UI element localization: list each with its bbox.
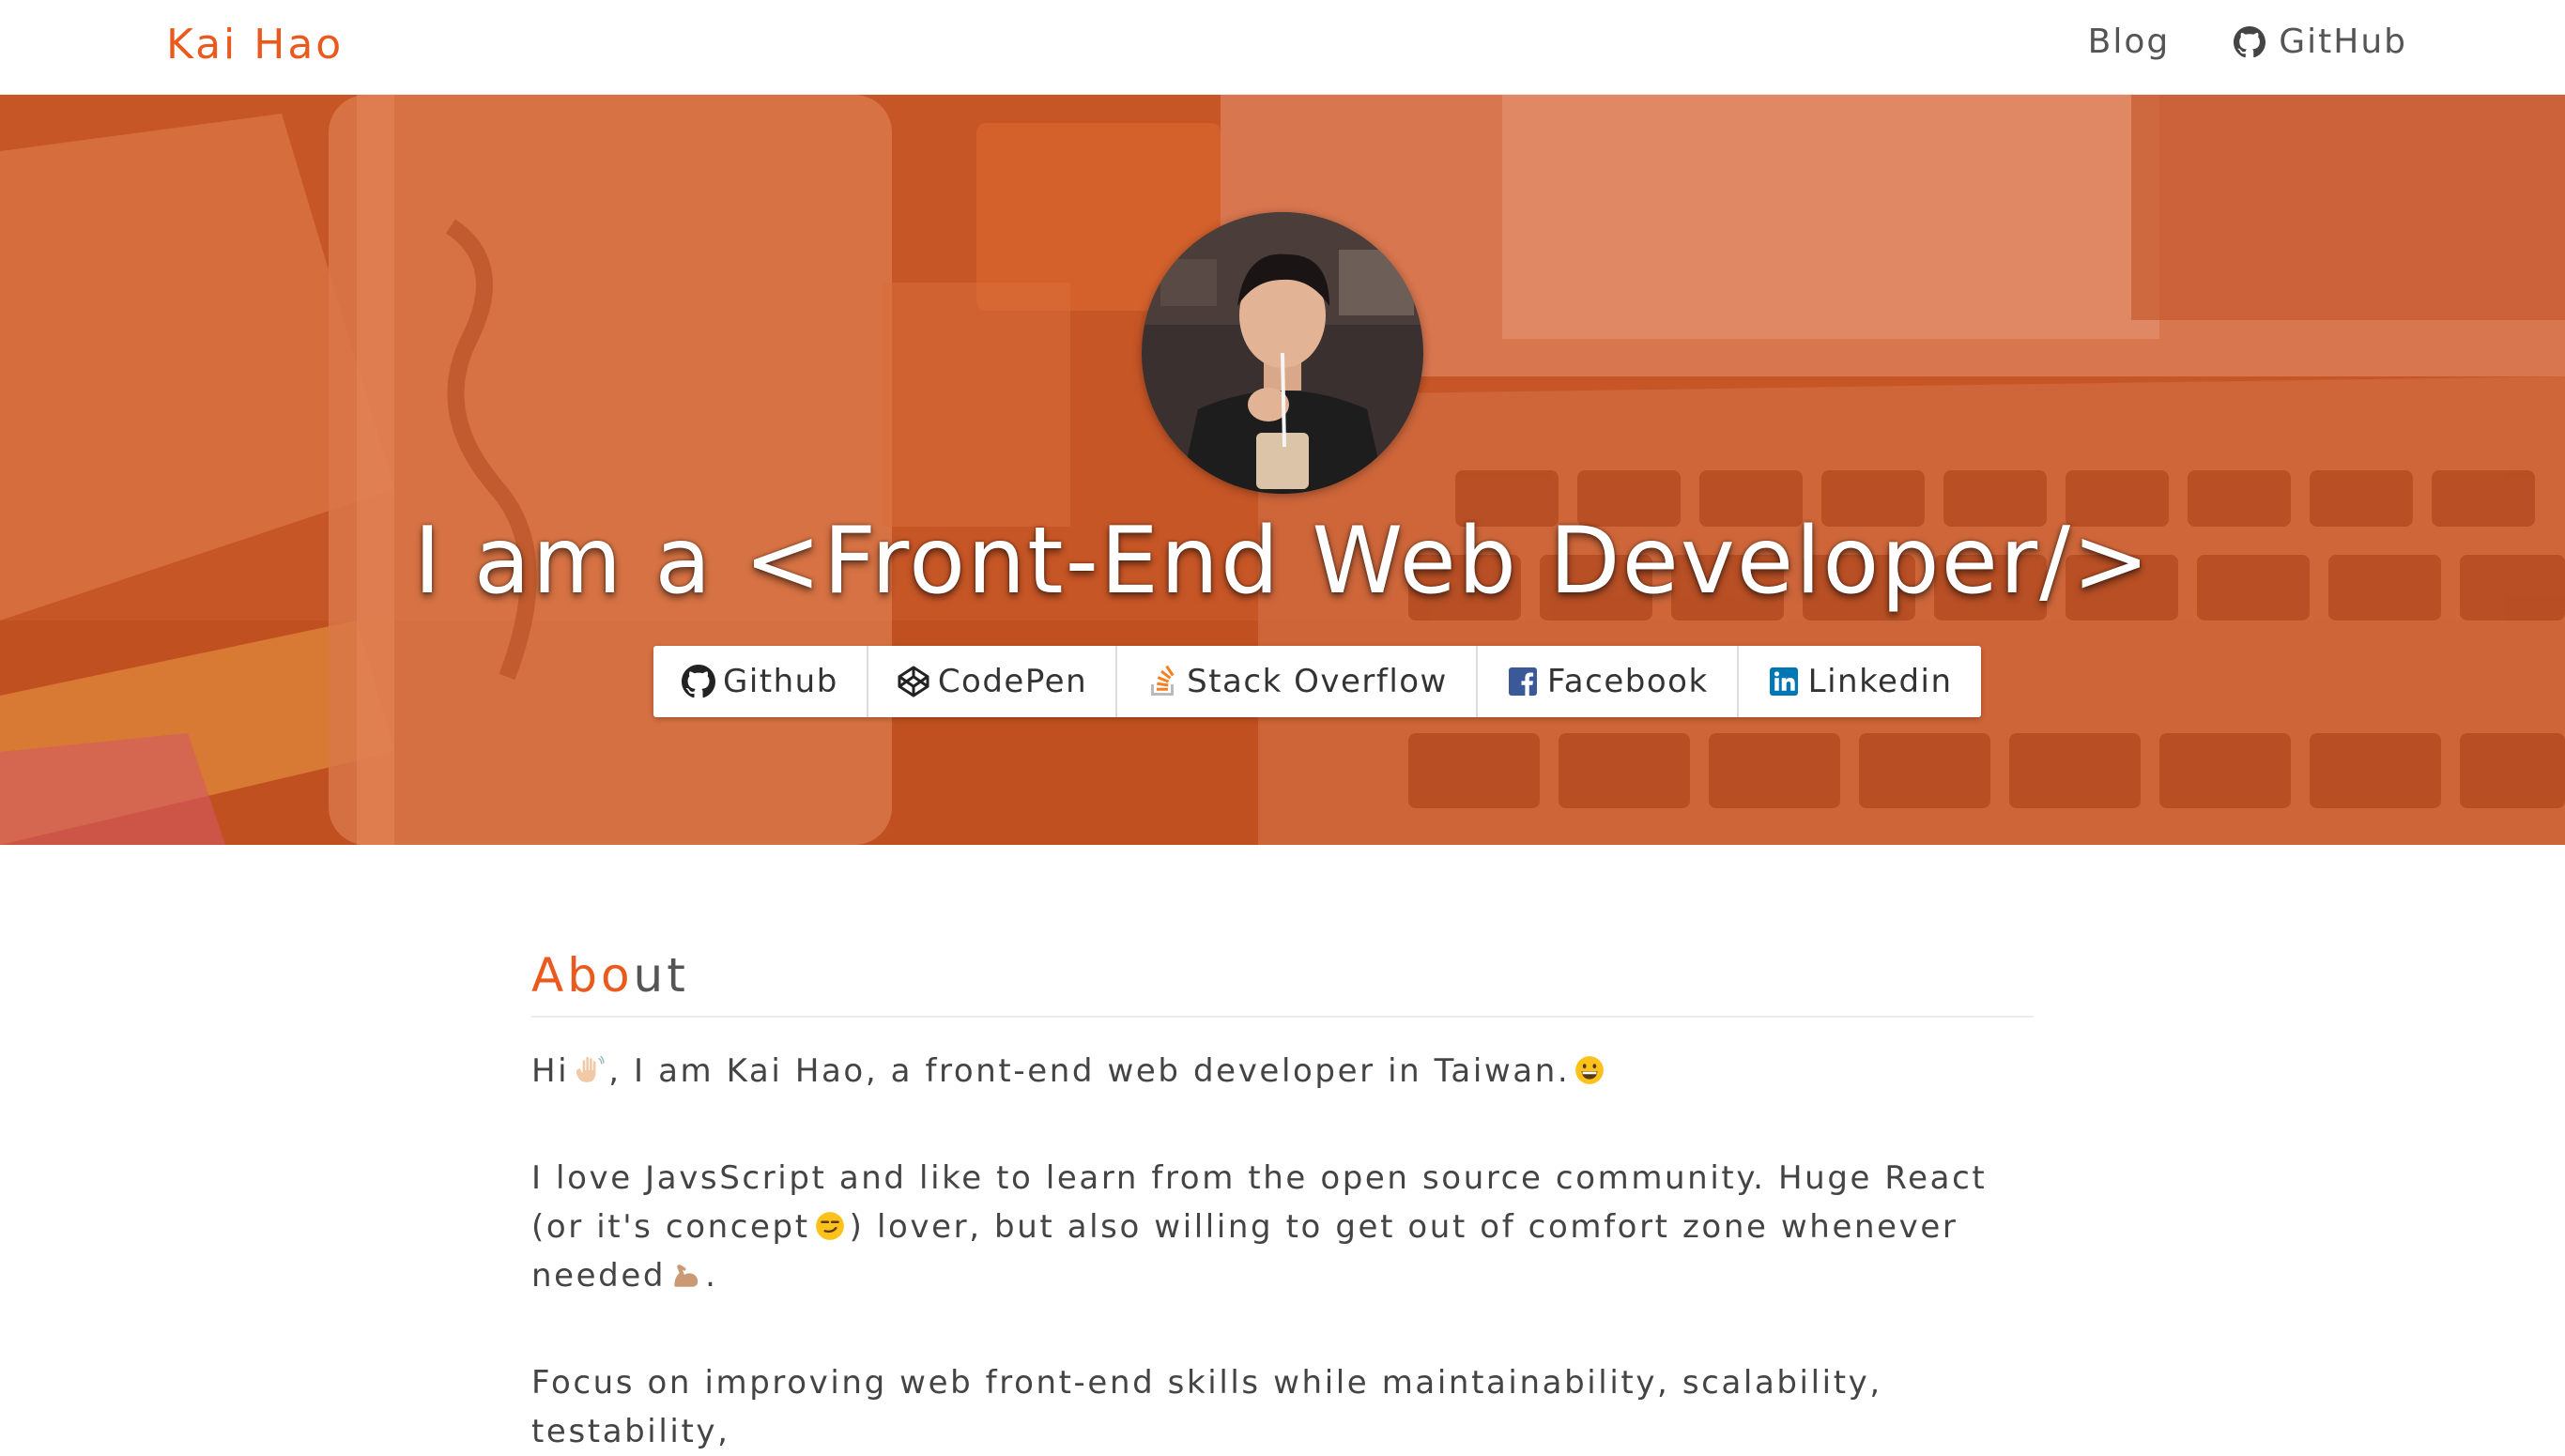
about-heading-rest: ut [633,948,689,1003]
nav-link-label: Blog [2087,23,2171,61]
social-button-label: Github [723,663,838,700]
social-button-label: Facebook [1546,663,1709,700]
stackoverflow-icon [1151,665,1175,696]
avatar-photo [1142,212,1423,494]
about-paragraph: Focus on improving web front-end skills … [531,1364,1882,1450]
nav-link-blog[interactable]: Blog [2088,23,2171,61]
social-button-facebook[interactable]: Facebook [1478,646,1739,717]
social-button-label: Linkedin [1807,663,1953,700]
social-button-github[interactable]: Github [653,646,868,717]
codepen-icon [898,666,929,697]
facebook-icon [1508,667,1537,696]
social-button-linkedin[interactable]: Linkedin [1739,646,1981,717]
nav-link-github[interactable]: GitHub [2234,23,2407,61]
github-icon [682,665,715,698]
avatar [1142,212,1423,494]
smirking-face-emoji-icon [815,1212,844,1240]
social-button-label: CodePen [937,663,1088,700]
nav-links: Blog GitHub [2024,23,2407,61]
nav-link-label: GitHub [2279,23,2407,61]
about-paragraph: Hi , I am Kai Hao, a front-end web develo… [531,1047,2034,1096]
flexed-biceps-emoji-icon [674,1264,699,1287]
waving-hand-emoji-icon [576,1055,605,1082]
about-section: About Hi , I am Kai Hao, a front-end web … [531,948,2034,1456]
linkedin-icon [1769,667,1798,696]
grinning-face-emoji-icon [1575,1056,1605,1084]
about-heading: About [531,948,2034,1018]
about-text: , I am Kai Hao, a front-end web develope… [608,1052,1571,1090]
social-button-stackoverflow[interactable]: Stack Overflow [1117,646,1478,717]
social-button-codepen[interactable]: CodePen [868,646,1118,717]
brand-link[interactable]: Kai Hao [166,21,344,69]
github-icon [2234,25,2266,57]
about-text: . [705,1257,718,1295]
about-heading-accent: Abo [531,948,634,1003]
social-button-label: Stack Overflow [1187,663,1448,700]
social-links-bar: Github CodePen Stack Overflow Facebook L… [653,646,1981,717]
hero-tagline: I am a <Front-End Web Developer/> [413,508,2152,615]
hero-banner: I am a <Front-End Web Developer/> Github… [0,95,2565,845]
about-paragraph: I love JavsScript and like to learn from… [531,1154,2034,1300]
navbar: Kai Hao Blog GitHub [0,0,2565,95]
about-text: Hi [531,1052,570,1090]
